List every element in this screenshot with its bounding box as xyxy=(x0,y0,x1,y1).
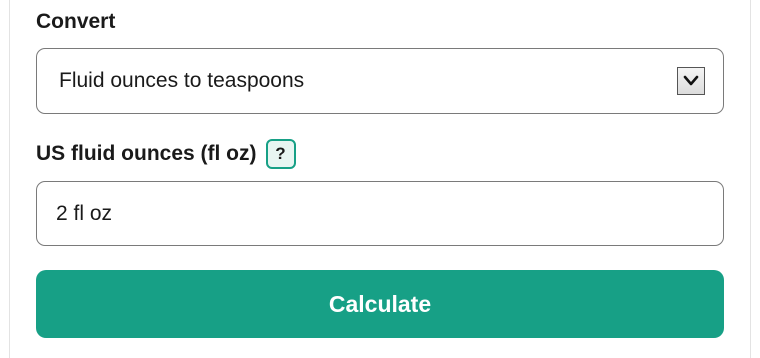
convert-select[interactable]: Fluid ounces to teaspoons xyxy=(36,48,724,114)
calculate-button[interactable]: Calculate xyxy=(36,270,724,338)
chevron-down-icon[interactable] xyxy=(677,67,705,95)
amount-label: US fluid ounces (fl oz) xyxy=(36,142,257,165)
help-button[interactable]: ? xyxy=(265,139,296,169)
amount-input-value: 2 fl oz xyxy=(56,201,113,225)
convert-select-value: Fluid ounces to teaspoons xyxy=(59,69,305,92)
amount-label-row: US fluid ounces (fl oz) ? xyxy=(36,139,296,169)
convert-label: Convert xyxy=(36,10,116,33)
amount-input[interactable]: 2 fl oz xyxy=(36,181,724,246)
